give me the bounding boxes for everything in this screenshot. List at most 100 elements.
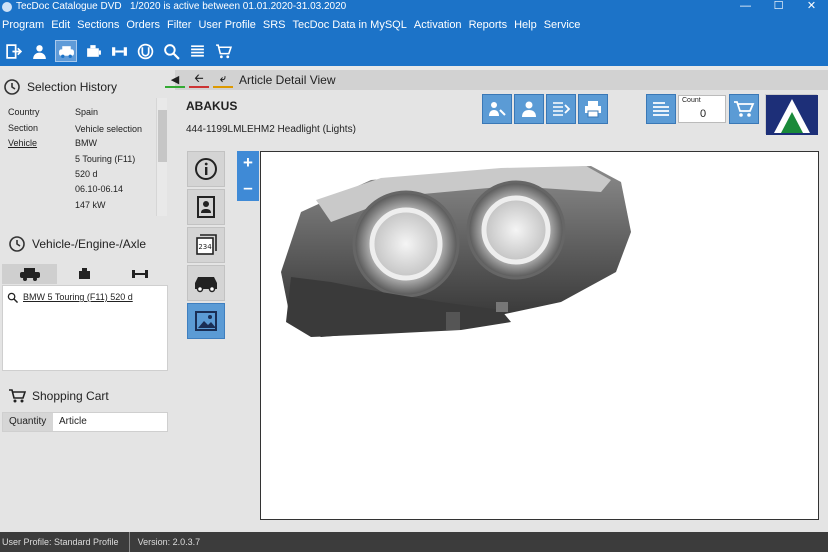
engine-icon[interactable] — [83, 41, 103, 61]
menu-service[interactable]: Service — [542, 19, 586, 31]
user-icon[interactable] — [29, 41, 49, 61]
vehicle-engine-header: Vehicle-/Engine-/Axle — [8, 235, 146, 253]
tab-engine[interactable] — [57, 264, 113, 284]
minimize-button[interactable]: — — [729, 0, 762, 14]
menu-orders[interactable]: Orders — [124, 19, 165, 31]
menu-bar: Program Edit Sections Orders Filter User… — [0, 14, 828, 36]
cart-table-header: Quantity Article — [2, 412, 168, 432]
menu-tecdoc-mysql[interactable]: TecDoc Data in MySQL — [291, 19, 412, 31]
menu-help[interactable]: Help — [512, 19, 542, 31]
add-to-cart-icon[interactable] — [729, 94, 759, 124]
search-icon[interactable] — [161, 41, 181, 61]
cart-icon[interactable] — [213, 41, 233, 61]
vehicle-select-icon[interactable] — [55, 40, 77, 62]
svg-text:234: 234 — [198, 243, 212, 251]
images-button[interactable] — [187, 303, 225, 339]
headlight-image — [281, 166, 631, 337]
history-value-engine: 520 d — [75, 169, 98, 179]
maximize-button[interactable]: ☐ — [762, 0, 795, 14]
tab-axle[interactable] — [112, 264, 168, 284]
cart-col-article[interactable]: Article — [53, 413, 167, 431]
export-list-icon[interactable] — [546, 94, 576, 124]
contact-card-icon — [197, 196, 215, 218]
engine-icon — [78, 268, 90, 279]
count-label: Count — [682, 97, 701, 104]
nav-bar: ◀ 🡠 ⤶ Article Detail View — [165, 70, 828, 90]
menu-sections[interactable]: Sections — [75, 19, 124, 31]
window-subtitle: 1/2020 is active between 01.01.2020-31.0… — [129, 1, 347, 12]
window-title: TecDoc Catalogue DVD — [16, 1, 122, 12]
menu-edit[interactable]: Edit — [49, 19, 75, 31]
print-icon[interactable] — [578, 94, 608, 124]
article-list-icon[interactable] — [646, 94, 676, 124]
tecdoc-logo — [765, 94, 818, 135]
history-icon — [9, 236, 25, 252]
zoom-controls: + – — [237, 151, 259, 201]
vehicles-button[interactable] — [187, 265, 225, 301]
contact-button[interactable] — [187, 189, 225, 225]
history-label-section: Section — [8, 123, 39, 133]
status-profile: User Profile: Standard Profile — [0, 532, 130, 552]
selection-history-header: Selection History — [3, 78, 117, 96]
history-label-vehicle[interactable]: Vehicle — [8, 138, 37, 148]
vehicle-engine-title: Vehicle-/Engine-/Axle — [32, 237, 147, 251]
history-value-country: Spain — [75, 107, 99, 117]
brand-icon[interactable] — [135, 41, 155, 61]
menu-activation[interactable]: Activation — [412, 19, 467, 31]
app-logo-icon — [2, 2, 12, 12]
count-value: 0 — [700, 108, 707, 120]
compare-icon[interactable] — [482, 94, 512, 124]
left-panel: Selection History Country Spain Section … — [0, 70, 175, 532]
history-value-years: 06.10-06.14 — [75, 184, 124, 194]
zoom-out-button[interactable]: – — [237, 176, 259, 201]
menu-reports[interactable]: Reports — [467, 19, 513, 31]
history-value-model: 5 Touring (F11) — [75, 154, 136, 164]
shopping-cart-title: Shopping Cart — [32, 389, 109, 403]
shopping-cart-header: Shopping Cart — [8, 388, 109, 404]
car-icon — [195, 277, 217, 293]
numbers-button[interactable]: 234 — [187, 227, 225, 263]
menu-filter[interactable]: Filter — [165, 19, 196, 31]
menu-user-profile[interactable]: User Profile — [196, 19, 260, 31]
return-button[interactable]: ⤶ — [213, 72, 233, 88]
title-bar: TecDoc Catalogue DVD 1/2020 is active be… — [0, 0, 828, 14]
image-icon — [195, 311, 217, 331]
article-image-frame — [260, 151, 819, 520]
list-icon[interactable] — [187, 41, 207, 61]
info-icon — [195, 158, 217, 180]
article-description: 444-1199LMLEHM2 Headlight (Lights) — [186, 124, 356, 135]
vehicle-result-link[interactable]: BMW 5 Touring (F11) 520 d — [23, 292, 133, 302]
history-scrollbar[interactable] — [156, 98, 167, 216]
close-button[interactable]: ✕ — [795, 0, 828, 14]
info-button[interactable] — [187, 151, 225, 187]
menu-program[interactable]: Program — [0, 19, 49, 31]
count-box[interactable]: Count 0 — [678, 95, 726, 123]
brand-name: ABAKUS — [186, 99, 238, 113]
axle-icon — [132, 270, 149, 278]
supplier-info-icon[interactable] — [514, 94, 544, 124]
article-detail-panel: ◀ 🡠 ⤶ Article Detail View ABAKUS 444-119… — [165, 70, 828, 532]
menu-srs[interactable]: SRS — [261, 19, 291, 31]
cart-col-quantity[interactable]: Quantity — [3, 413, 53, 431]
selection-history-title: Selection History — [27, 80, 118, 94]
toolbar — [0, 36, 828, 66]
status-bar: User Profile: Standard Profile Version: … — [0, 532, 828, 552]
history-value-vehicle: BMW — [75, 138, 97, 148]
collapse-left-button[interactable]: ◀ — [165, 72, 185, 88]
car-icon — [19, 268, 40, 281]
cart-icon — [9, 389, 26, 403]
tab-vehicle[interactable] — [2, 264, 58, 284]
axle-icon[interactable] — [109, 41, 129, 61]
vehicle-results: BMW 5 Touring (F11) 520 d — [2, 285, 168, 371]
history-value-section: Vehicle selection — [75, 124, 143, 134]
article-numbers-icon: 234 — [196, 234, 217, 255]
vehicle-type-tabs — [2, 264, 168, 284]
status-version: Version: 2.0.3.7 — [137, 537, 201, 547]
history-icon — [4, 79, 20, 95]
program-icon[interactable] — [3, 41, 23, 61]
history-label-country: Country — [8, 107, 40, 117]
back-button[interactable]: 🡠 — [189, 72, 209, 88]
search-icon — [7, 292, 18, 303]
history-value-power: 147 kW — [75, 200, 106, 210]
zoom-in-button[interactable]: + — [237, 151, 259, 176]
